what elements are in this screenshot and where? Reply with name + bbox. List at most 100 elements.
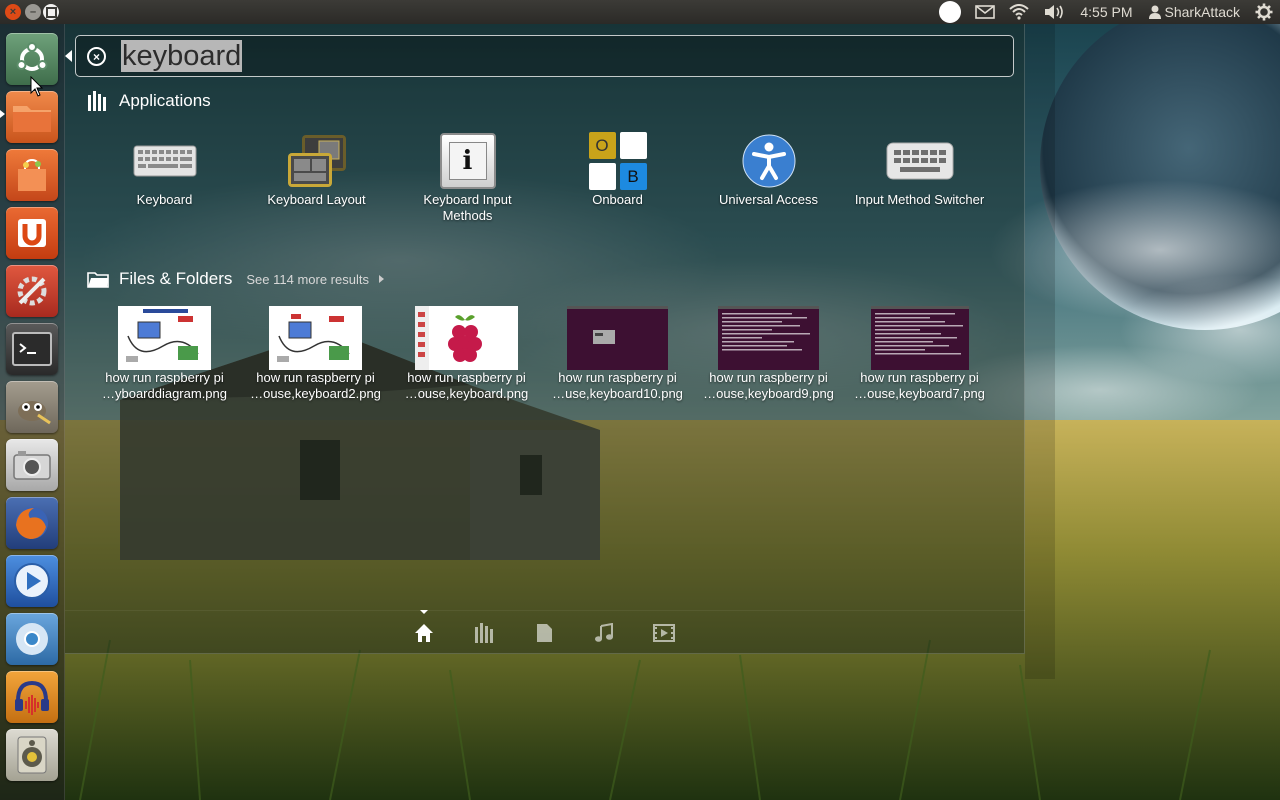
session-menu[interactable]	[1248, 0, 1280, 24]
launcher-item-media-player[interactable]	[6, 555, 58, 607]
firefox-icon	[16, 507, 48, 539]
play-icon	[14, 563, 50, 599]
file-label-line1: how run raspberry pi	[558, 370, 677, 385]
lens-applications[interactable]	[472, 621, 496, 645]
search-clear-button[interactable]: ×	[87, 47, 106, 66]
files-section-header[interactable]: Files & Folders See 114 more results	[87, 269, 384, 289]
dash-overlay: × keyboard Applications Keyboard Keyboar…	[65, 24, 1025, 654]
window-maximize-button[interactable]	[43, 4, 59, 20]
file-label-line2: …ouse,keyboard9.png	[703, 386, 834, 401]
accessibility-icon	[742, 134, 795, 188]
lens-music[interactable]	[592, 621, 616, 645]
launcher-item-terminal[interactable]	[6, 323, 58, 375]
camera-icon	[13, 451, 51, 480]
see-more-results-link[interactable]: See 114 more results	[246, 272, 369, 287]
lens-home[interactable]	[412, 621, 436, 645]
indicator-area: 4:55 PM SharkAttack	[932, 0, 1280, 24]
home-icon	[415, 624, 433, 642]
notification-dot-icon	[939, 1, 962, 23]
mouse-cursor-icon	[30, 76, 44, 97]
launcher-item-firefox[interactable]	[6, 497, 58, 549]
app-label: Keyboard	[136, 192, 193, 207]
file-thumbnail	[269, 306, 362, 370]
keyboard-icon	[133, 145, 196, 177]
file-result[interactable]: how run raspberry pi …use,keyboard10.png	[542, 306, 693, 402]
app-label-line2: Methods	[442, 208, 493, 223]
search-box[interactable]: × keyboard	[75, 35, 1014, 77]
file-label-line2: …ouse,keyboard2.png	[250, 386, 381, 401]
file-thumbnail	[118, 306, 211, 370]
user-icon	[1148, 5, 1161, 19]
window-close-button[interactable]: ×	[5, 4, 21, 20]
file-result[interactable]: how run raspberry pi …yboarddiagram.png	[89, 306, 240, 402]
launcher-item-speaker[interactable]	[6, 729, 58, 781]
app-result-keyboard[interactable]: Keyboard	[89, 130, 240, 208]
app-result-keyboard-input-methods[interactable]: i Keyboard Input Methods	[392, 130, 543, 224]
sound-indicator[interactable]	[1036, 0, 1072, 24]
app-result-input-method-switcher[interactable]: Input Method Switcher	[844, 130, 995, 208]
search-input[interactable]: keyboard	[121, 40, 243, 72]
file-thumbnail	[718, 306, 819, 370]
app-label: Keyboard Layout	[267, 192, 366, 207]
keyboard-layout-icon	[287, 135, 346, 187]
lens-files[interactable]	[532, 621, 556, 645]
app-label: Onboard	[592, 192, 643, 207]
file-result[interactable]: how run raspberry pi …ouse,keyboard9.png	[693, 306, 844, 402]
launcher-item-system-settings[interactable]	[6, 265, 58, 317]
dash-pointer-arrow	[65, 50, 72, 62]
launcher-item-software-center[interactable]	[6, 149, 58, 201]
network-indicator[interactable]	[1002, 0, 1036, 24]
file-icon	[537, 624, 552, 642]
settings-wrench-icon	[17, 276, 47, 306]
volume-icon	[1045, 5, 1064, 19]
shopping-bag-icon	[18, 158, 46, 191]
user-menu[interactable]: SharkAttack	[1141, 0, 1248, 24]
applications-heading: Applications	[119, 91, 211, 110]
notification-indicator[interactable]	[932, 0, 968, 24]
lens-video[interactable]	[652, 621, 676, 645]
top-panel: × – 4:55 PM SharkAttack	[0, 0, 1280, 24]
info-icon: i	[439, 133, 496, 189]
file-label-line2: …yboarddiagram.png	[101, 386, 228, 401]
applications-section-header[interactable]: Applications	[87, 91, 211, 111]
applications-icon	[88, 91, 106, 111]
file-result[interactable]: how run raspberry pi …ouse,keyboard7.png	[844, 306, 995, 402]
file-label-line1: how run raspberry pi	[709, 370, 828, 385]
onboard-icon: O B	[588, 132, 647, 190]
launcher-item-ubuntu-one[interactable]	[6, 207, 58, 259]
launcher-item-chromium[interactable]	[6, 613, 58, 665]
ubuntu-logo-icon	[16, 42, 48, 71]
file-thumbnail	[870, 306, 969, 370]
onboard-key-b: B	[619, 163, 647, 190]
wifi-icon	[1009, 4, 1030, 20]
file-thumbnail	[567, 306, 668, 370]
file-result[interactable]: how run raspberry pi …ouse,keyboard.png	[391, 306, 542, 402]
file-label-line1: how run raspberry pi	[105, 370, 224, 385]
file-label-line1: how run raspberry pi	[860, 370, 979, 385]
launcher-item-audacity[interactable]	[6, 671, 58, 723]
launcher-item-gimp[interactable]	[6, 381, 58, 433]
terminal-icon	[12, 332, 52, 366]
app-result-onboard[interactable]: O B Onboard	[542, 130, 693, 208]
window-minimize-button[interactable]: –	[25, 4, 41, 20]
app-result-keyboard-layout[interactable]: Keyboard Layout	[241, 130, 392, 208]
info-glyph: i	[448, 142, 487, 180]
file-label-line2: …use,keyboard10.png	[552, 386, 683, 401]
launcher-item-screenshot[interactable]	[6, 439, 58, 491]
app-result-universal-access[interactable]: Universal Access	[693, 130, 844, 208]
app-label: Universal Access	[719, 192, 818, 207]
file-result[interactable]: how run raspberry pi …ouse,keyboard2.png	[240, 306, 391, 402]
minimize-icon: –	[29, 6, 37, 18]
file-label-line2: …ouse,keyboard.png	[404, 386, 529, 401]
clock[interactable]: 4:55 PM	[1072, 0, 1140, 24]
app-label: Input Method Switcher	[854, 192, 985, 207]
files-heading: Files & Folders	[119, 269, 233, 288]
speaker-icon	[17, 736, 47, 774]
audacity-icon	[15, 680, 49, 715]
file-label-line1: how run raspberry pi	[256, 370, 375, 385]
applications-icon	[475, 623, 493, 643]
messaging-indicator[interactable]	[968, 0, 1002, 24]
gimp-icon	[18, 401, 51, 425]
launcher-item-files[interactable]	[6, 91, 58, 143]
file-label-line2: …ouse,keyboard7.png	[854, 386, 985, 401]
